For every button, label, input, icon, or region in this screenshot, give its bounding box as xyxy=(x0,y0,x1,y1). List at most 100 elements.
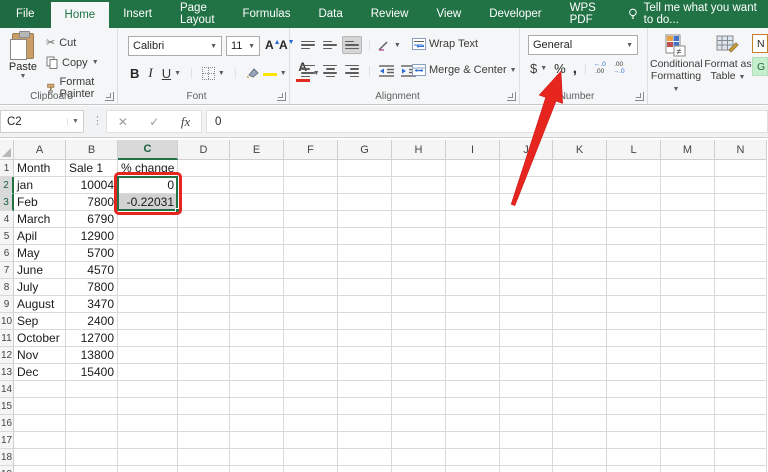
cell-M17[interactable] xyxy=(661,432,715,449)
cell-I13[interactable] xyxy=(446,364,500,381)
cell-A2[interactable]: jan xyxy=(14,177,66,194)
cell-F14[interactable] xyxy=(284,381,338,398)
cell-I3[interactable] xyxy=(446,194,500,211)
cell-N14[interactable] xyxy=(715,381,767,398)
copy-button[interactable]: Copy ▼ xyxy=(46,56,99,69)
cell-F3[interactable] xyxy=(284,194,338,211)
cell-H1[interactable] xyxy=(392,160,446,177)
row-header-12[interactable]: 12 xyxy=(0,347,14,364)
underline-button[interactable]: U ▼ xyxy=(162,66,181,81)
cell-N17[interactable] xyxy=(715,432,767,449)
cell-D3[interactable] xyxy=(178,194,230,211)
cancel-button[interactable]: ✕ xyxy=(118,115,128,129)
cell-C16[interactable] xyxy=(118,415,178,432)
cell-D7[interactable] xyxy=(178,262,230,279)
cell-F7[interactable] xyxy=(284,262,338,279)
row-header-10[interactable]: 10 xyxy=(0,313,14,330)
cell-I9[interactable] xyxy=(446,296,500,313)
cell-A17[interactable] xyxy=(14,432,66,449)
cell-K10[interactable] xyxy=(553,313,607,330)
cell-B1[interactable]: Sale 1 xyxy=(66,160,118,177)
cell-M12[interactable] xyxy=(661,347,715,364)
decrease-indent-button[interactable] xyxy=(377,62,397,80)
format-as-table-button[interactable]: Format as Table ▼ xyxy=(702,34,754,82)
cell-C12[interactable] xyxy=(118,347,178,364)
tell-me-box[interactable]: Tell me what you want to do... xyxy=(628,0,768,28)
cell-H16[interactable] xyxy=(392,415,446,432)
cell-L8[interactable] xyxy=(607,279,661,296)
cell-F5[interactable] xyxy=(284,228,338,245)
cell-I1[interactable] xyxy=(446,160,500,177)
column-header-A[interactable]: A xyxy=(14,140,66,160)
cell-C4[interactable] xyxy=(118,211,178,228)
cell-K8[interactable] xyxy=(553,279,607,296)
cell-D18[interactable] xyxy=(178,449,230,466)
cell-F1[interactable] xyxy=(284,160,338,177)
cell-D5[interactable] xyxy=(178,228,230,245)
decrease-decimal-button[interactable]: .00 →.0 xyxy=(613,61,625,75)
cell-K1[interactable] xyxy=(553,160,607,177)
column-header-F[interactable]: F xyxy=(284,140,338,160)
tab-view[interactable]: View xyxy=(422,0,475,28)
cell-A10[interactable]: Sep xyxy=(14,313,66,330)
cell-E13[interactable] xyxy=(230,364,284,381)
row-header-15[interactable]: 15 xyxy=(0,398,14,415)
cell-J11[interactable] xyxy=(500,330,553,347)
cell-C2[interactable]: 0 xyxy=(118,177,178,194)
accounting-format-button[interactable]: $ ▼ xyxy=(530,61,547,76)
row-header-18[interactable]: 18 xyxy=(0,449,14,466)
cell-L13[interactable] xyxy=(607,364,661,381)
cell-B2[interactable]: 10004 xyxy=(66,177,118,194)
cell-G5[interactable] xyxy=(338,228,392,245)
cell-H8[interactable] xyxy=(392,279,446,296)
alignment-dialog-launcher[interactable] xyxy=(507,92,516,101)
cell-L11[interactable] xyxy=(607,330,661,347)
cell-B19[interactable] xyxy=(66,466,118,472)
align-left-button[interactable] xyxy=(298,62,318,80)
cell-L4[interactable] xyxy=(607,211,661,228)
cell-K15[interactable] xyxy=(553,398,607,415)
tab-wps-pdf[interactable]: WPS PDF xyxy=(556,0,610,28)
cell-J6[interactable] xyxy=(500,245,553,262)
cell-K6[interactable] xyxy=(553,245,607,262)
cell-A11[interactable]: October xyxy=(14,330,66,347)
cell-B6[interactable]: 5700 xyxy=(66,245,118,262)
column-header-L[interactable]: L xyxy=(607,140,661,160)
row-header-14[interactable]: 14 xyxy=(0,381,14,398)
italic-button[interactable]: I xyxy=(148,65,152,81)
cell-F8[interactable] xyxy=(284,279,338,296)
cell-B15[interactable] xyxy=(66,398,118,415)
cell-D17[interactable] xyxy=(178,432,230,449)
cell-C1[interactable]: % change xyxy=(118,160,178,177)
cell-F11[interactable] xyxy=(284,330,338,347)
cell-E14[interactable] xyxy=(230,381,284,398)
cell-N16[interactable] xyxy=(715,415,767,432)
column-header-M[interactable]: M xyxy=(661,140,715,160)
cell-N1[interactable] xyxy=(715,160,767,177)
cell-K2[interactable] xyxy=(553,177,607,194)
clipboard-dialog-launcher[interactable] xyxy=(105,92,114,101)
cell-D14[interactable] xyxy=(178,381,230,398)
cell-C19[interactable] xyxy=(118,466,178,472)
cell-B10[interactable]: 2400 xyxy=(66,313,118,330)
row-header-19[interactable]: 19 xyxy=(0,466,14,472)
cell-J8[interactable] xyxy=(500,279,553,296)
cell-G3[interactable] xyxy=(338,194,392,211)
cell-E10[interactable] xyxy=(230,313,284,330)
align-right-button[interactable] xyxy=(342,62,362,80)
cell-G2[interactable] xyxy=(338,177,392,194)
cell-N11[interactable] xyxy=(715,330,767,347)
cell-M2[interactable] xyxy=(661,177,715,194)
cell-J19[interactable] xyxy=(500,466,553,472)
cell-C14[interactable] xyxy=(118,381,178,398)
cell-N4[interactable] xyxy=(715,211,767,228)
tab-page-layout[interactable]: Page Layout xyxy=(166,0,229,28)
cell-A1[interactable]: Month xyxy=(14,160,66,177)
row-header-6[interactable]: 6 xyxy=(0,245,14,262)
cell-B18[interactable] xyxy=(66,449,118,466)
cell-A5[interactable]: Apil xyxy=(14,228,66,245)
cell-K4[interactable] xyxy=(553,211,607,228)
cell-H5[interactable] xyxy=(392,228,446,245)
cell-D2[interactable] xyxy=(178,177,230,194)
cell-I2[interactable] xyxy=(446,177,500,194)
